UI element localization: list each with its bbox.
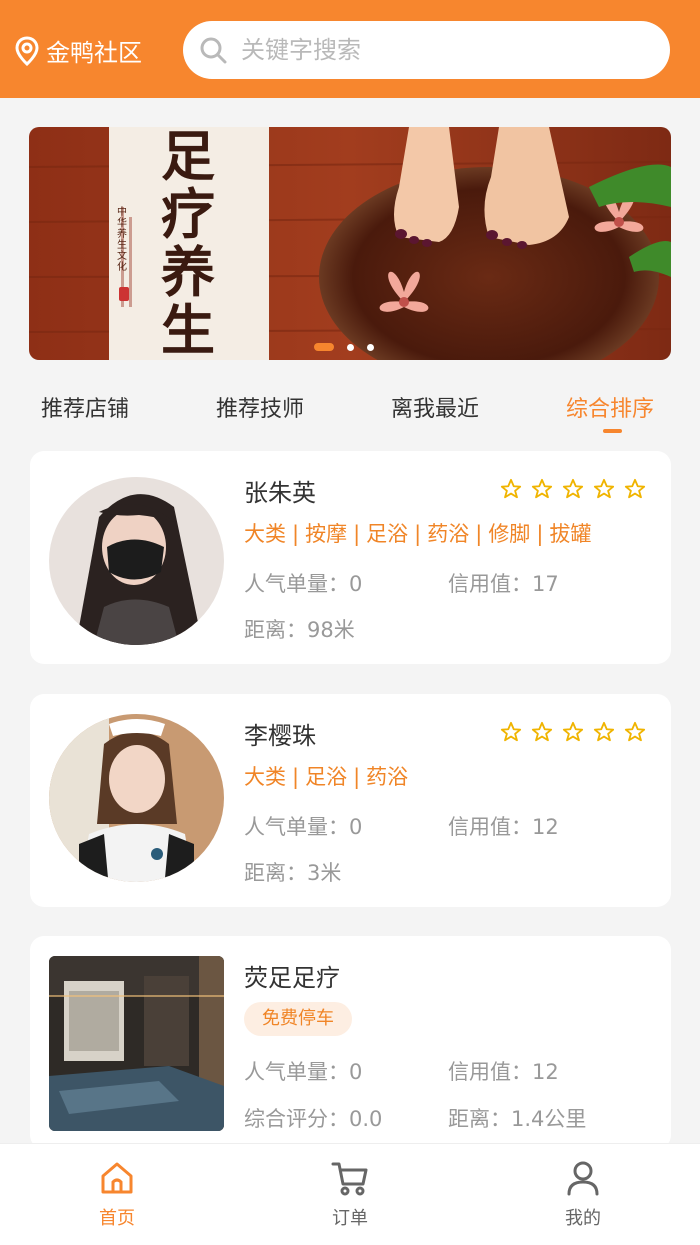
cart-icon [331, 1162, 368, 1196]
distance: 距离：1.4公里 [448, 1107, 587, 1131]
service-tag: 大类 [244, 765, 286, 789]
distance: 距离：98米 [244, 618, 355, 642]
order-count: 人气单量：0 [244, 1060, 363, 1084]
order-count: 人气单量：0 [244, 572, 363, 596]
star-icon [500, 721, 522, 742]
tab-recommended-shops[interactable]: 推荐店铺 [41, 391, 129, 423]
star-icon [531, 478, 553, 499]
service-tags: 大类 | 按摩 | 足浴 | 药浴 | 修脚 | 拔罐 [244, 522, 592, 546]
banner-dot[interactable] [347, 343, 354, 351]
service-tag: 药浴 [427, 522, 470, 546]
star-icon [500, 478, 522, 499]
promo-banner[interactable]: 足疗养生 中华养生文化 [29, 127, 671, 360]
star-icon [624, 721, 646, 742]
banner-dot[interactable] [367, 343, 374, 351]
bottom-navigation: 首页 订单 我的 [0, 1143, 700, 1245]
service-tag: 按摩 [305, 522, 348, 546]
active-tab-indicator [603, 429, 622, 433]
credit-score: 信用值：17 [448, 572, 559, 596]
search-icon [200, 37, 227, 64]
service-tag: 拔罐 [549, 522, 592, 546]
service-tag: 足浴 [366, 522, 409, 546]
nav-orders[interactable]: 订单 [310, 1158, 390, 1230]
banner-pagination[interactable] [314, 343, 374, 351]
search-bar[interactable] [183, 21, 670, 79]
technician-card[interactable]: 张朱英 大类 | 按摩 | 足浴 | 药浴 | 修脚 | 拔罐 人气单量：0 信用值：17 距离：9… [30, 451, 671, 664]
top-header: 金鸭社区 [0, 0, 700, 98]
overall-rating: 综合评分：0.0 [244, 1107, 383, 1131]
technician-avatar [49, 477, 224, 645]
star-icon [593, 478, 615, 499]
tab-nearest[interactable]: 离我最近 [391, 391, 479, 423]
star-icon [593, 721, 615, 742]
service-tag: 大类 [244, 522, 286, 546]
nav-orders-label: 订单 [332, 1208, 368, 1229]
tab-overall-ranking[interactable]: 综合排序 [566, 391, 654, 423]
service-tag: 药浴 [366, 765, 409, 789]
tab-recommended-technicians[interactable]: 推荐技师 [216, 391, 304, 423]
location-pin-icon [15, 35, 39, 66]
technician-avatar [49, 714, 224, 882]
technician-name: 李樱珠 [244, 722, 316, 750]
banner-title: 足疗养生 [161, 127, 215, 360]
credit-score: 信用值：12 [448, 815, 559, 839]
star-icon [562, 721, 584, 742]
nav-profile-label: 我的 [565, 1208, 601, 1229]
user-icon [567, 1161, 599, 1196]
service-tags: 大类 | 足浴 | 药浴 [244, 765, 409, 789]
nav-profile[interactable]: 我的 [543, 1158, 623, 1230]
shop-image [49, 956, 224, 1131]
service-tag: 足浴 [305, 765, 348, 789]
location-label: 金鸭社区 [46, 39, 142, 67]
banner-subtitle: 中华养生文化 [117, 207, 127, 273]
shop-name: 荧足足疗 [244, 964, 340, 992]
rating-stars [500, 721, 655, 743]
nav-home-label: 首页 [99, 1208, 135, 1229]
star-icon [624, 478, 646, 499]
technician-card[interactable]: 李樱珠 大类 | 足浴 | 药浴 人气单量：0 信用值：12 距离：3米 [30, 694, 671, 907]
order-count: 人气单量：0 [244, 815, 363, 839]
filter-tabs: 推荐店铺 推荐技师 离我最近 综合排序 [0, 385, 700, 435]
banner-dot[interactable] [314, 343, 334, 351]
shop-card[interactable]: 荧足足疗 免费停车 人气单量：0 信用值：12 综合评分：0.0 距离：1.4公… [30, 936, 671, 1149]
free-parking-badge: 免费停车 [244, 1002, 352, 1036]
rating-stars [500, 478, 655, 500]
credit-score: 信用值：12 [448, 1060, 559, 1084]
service-tag: 修脚 [488, 522, 531, 546]
star-icon [531, 721, 553, 742]
home-icon [101, 1162, 133, 1194]
distance: 距离：3米 [244, 861, 342, 885]
location-selector[interactable]: 金鸭社区 [14, 33, 142, 68]
nav-home[interactable]: 首页 [77, 1158, 157, 1230]
technician-name: 张朱英 [244, 479, 316, 507]
star-icon [562, 478, 584, 499]
search-input[interactable] [241, 36, 641, 64]
